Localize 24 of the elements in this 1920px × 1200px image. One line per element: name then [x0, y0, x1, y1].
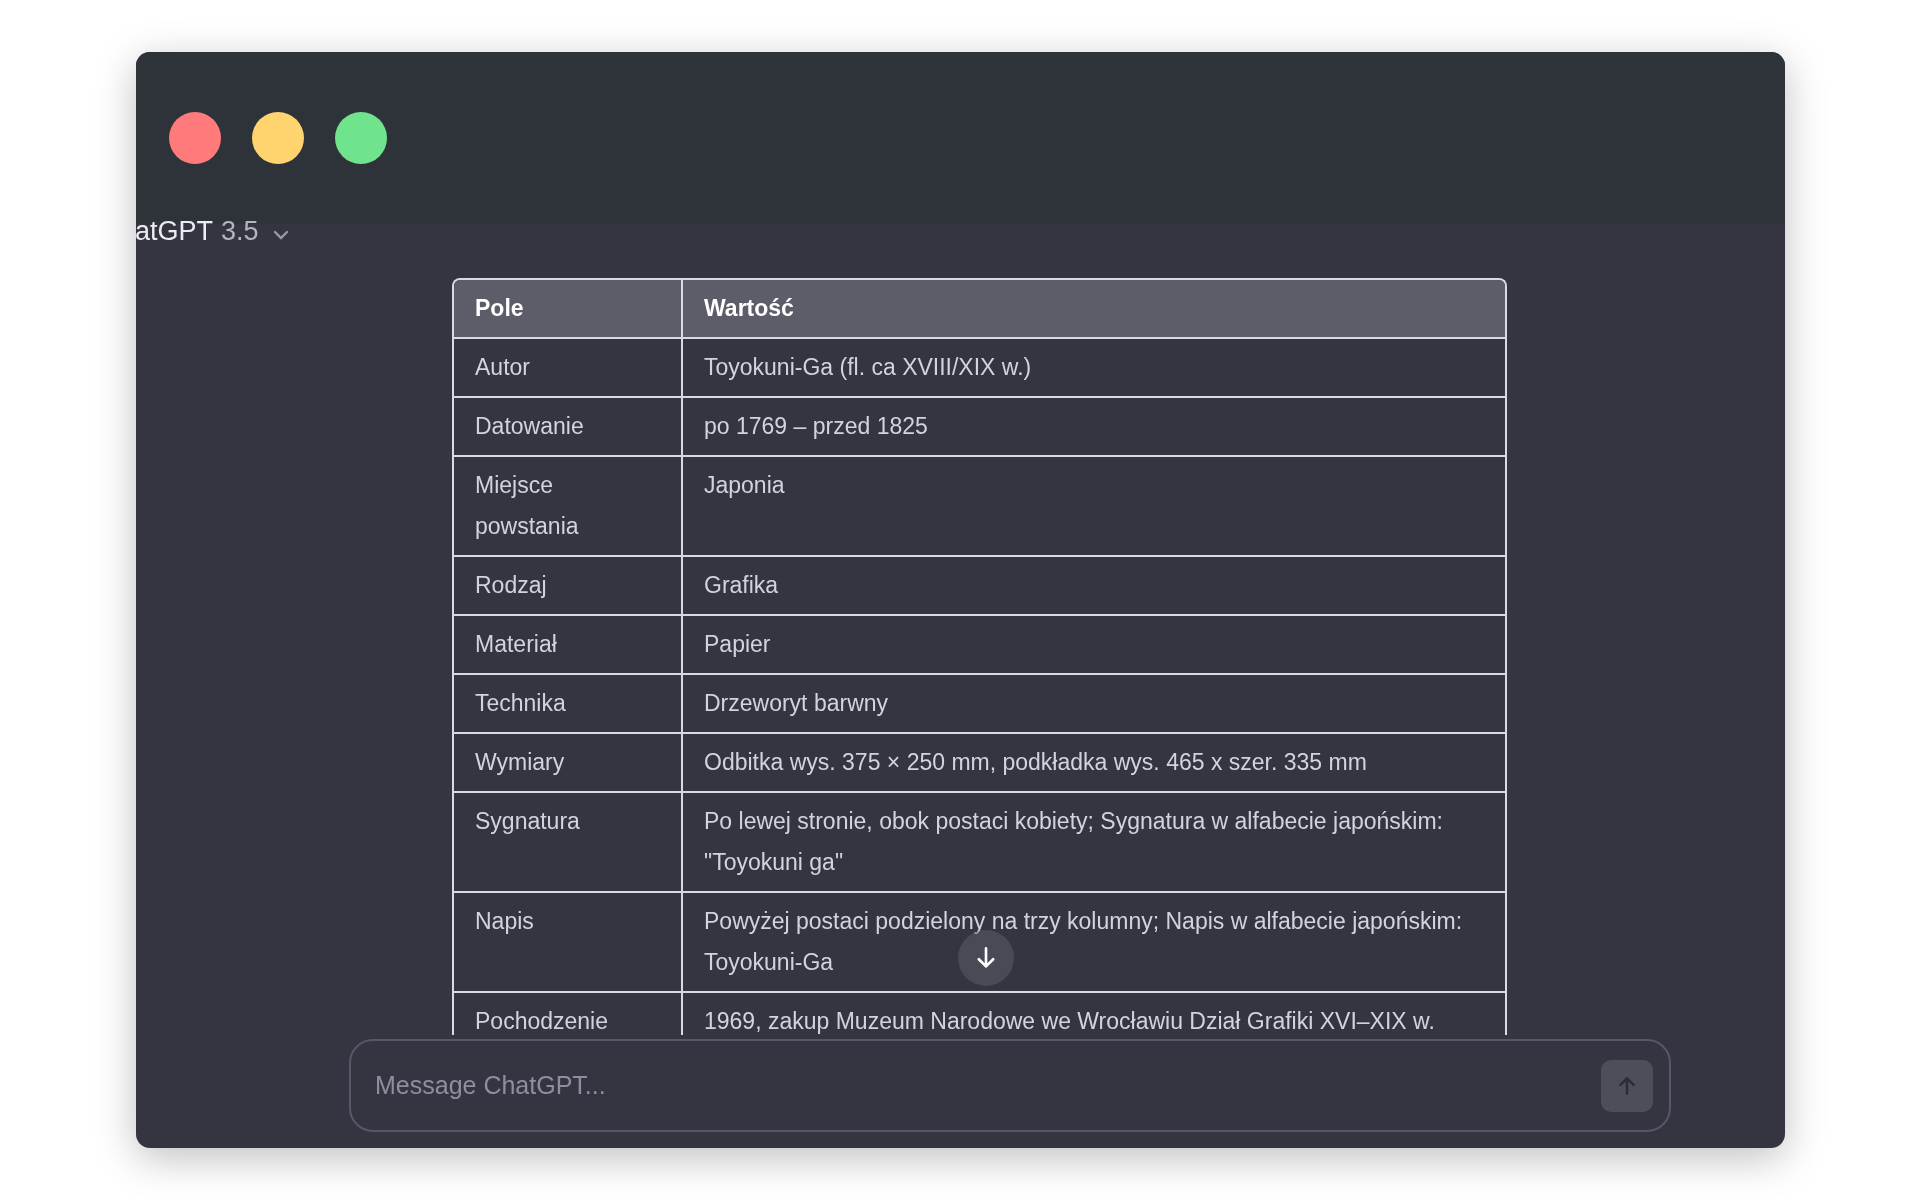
table-cell: Materiał	[454, 616, 683, 675]
table-cell: Napis	[454, 893, 683, 993]
table-cell: Papier	[683, 616, 1505, 675]
column-header: Pole	[454, 280, 683, 339]
table-cell: Autor	[454, 339, 683, 398]
table-cell: po 1769 – przed 1825	[683, 398, 1505, 457]
model-version[interactable]: 3.5	[221, 216, 259, 247]
table-cell: Wymiary	[454, 734, 683, 793]
table-cell: Japonia	[683, 457, 1505, 557]
table-cell: Miejsce powstania	[454, 457, 683, 557]
table-cell: Rodzaj	[454, 557, 683, 616]
table-cell: Drzeworyt barwny	[683, 675, 1505, 734]
table-cell: Datowanie	[454, 398, 683, 457]
table-cell: Technika	[454, 675, 683, 734]
table-cell: Sygnatura	[454, 793, 683, 893]
table-cell: Po lewej stronie, obok postaci kobiety; Sygnatura w alfabecie japońskim: "Toyokuni ga"	[683, 793, 1505, 893]
column-header: Wartość	[683, 280, 1505, 339]
table-cell: Odbitka wys. 375 × 250 mm, podkładka wys. 465 x szer. 335 mm	[683, 734, 1505, 793]
table-cell: Grafika	[683, 557, 1505, 616]
table-cell: Powyżej postaci podzielony na trzy kolumny; Napis w alfabecie japońskim: Toyokuni-Ga	[683, 893, 1505, 993]
table-cell: Toyokuni-Ga (fl. ca XVIII/XIX w.)	[683, 339, 1505, 398]
message-input[interactable]: Message ChatGPT...	[373, 1070, 1601, 1101]
model-name[interactable]: atGPT	[136, 216, 214, 247]
message-field[interactable]: Message ChatGPT...	[349, 1039, 1671, 1132]
